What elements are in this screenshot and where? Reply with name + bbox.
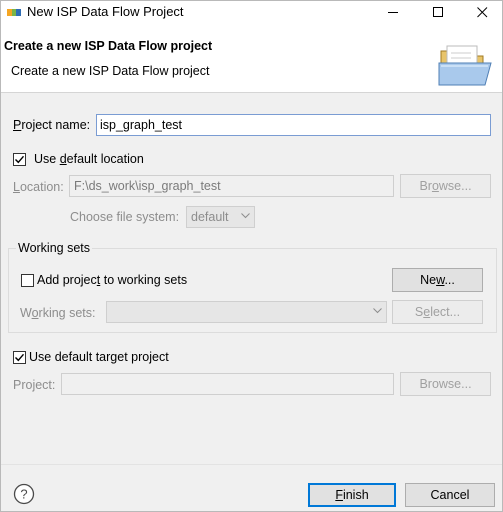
help-icon[interactable]: ? — [13, 483, 35, 505]
finish-button[interactable]: Finish — [308, 483, 396, 507]
title-bar: New ISP Data Flow Project — [1, 1, 502, 23]
project-name-label: Project name: — [13, 118, 91, 132]
cancel-button[interactable]: Cancel — [405, 483, 495, 507]
file-system-select[interactable]: default — [186, 206, 255, 228]
working-sets-group-label: Working sets — [16, 241, 93, 255]
add-to-working-sets-checkbox[interactable] — [21, 274, 34, 287]
use-default-location-checkbox[interactable] — [13, 153, 26, 166]
nxp-logo-icon — [7, 7, 21, 17]
use-default-location-label: Use default location — [34, 152, 144, 166]
banner-title: Create a new ISP Data Flow project — [4, 39, 213, 53]
svg-text:?: ? — [20, 487, 27, 502]
location-browse-button[interactable]: Browse... — [400, 174, 491, 198]
footer-separator — [1, 464, 502, 465]
minimize-button[interactable] — [373, 1, 413, 23]
project-browse-button[interactable]: Browse... — [400, 372, 491, 396]
close-button[interactable] — [462, 1, 502, 23]
location-input[interactable]: F:\ds_work\isp_graph_test — [69, 175, 394, 197]
working-sets-select[interactable] — [106, 301, 387, 323]
wizard-banner: Create a new ISP Data Flow project Creat… — [1, 23, 502, 93]
working-sets-label: Working sets: — [20, 306, 96, 320]
checkmark-icon — [15, 353, 25, 362]
use-default-target-project-label: Use default target project — [29, 350, 169, 364]
open-folder-icon — [435, 43, 495, 89]
file-system-label: Choose file system: — [70, 210, 180, 224]
select-working-sets-button[interactable]: Select... — [392, 300, 483, 324]
project-input[interactable] — [61, 373, 394, 395]
close-icon — [476, 6, 487, 17]
new-working-set-button[interactable]: New... — [392, 268, 483, 292]
location-label: Location: — [13, 180, 64, 194]
checkmark-icon — [15, 155, 25, 164]
chevron-down-icon — [373, 308, 382, 314]
window-title: New ISP Data Flow Project — [27, 4, 184, 19]
use-default-target-project-checkbox[interactable] — [13, 351, 26, 364]
maximize-button[interactable] — [418, 1, 458, 23]
banner-message: Create a new ISP Data Flow project — [11, 64, 210, 78]
minimize-icon — [387, 11, 398, 13]
project-name-input[interactable] — [96, 114, 491, 136]
project-label: Project: — [13, 378, 56, 392]
maximize-icon — [432, 6, 443, 17]
add-to-working-sets-label: Add project to working sets — [37, 273, 188, 287]
file-system-value: default — [191, 210, 229, 224]
chevron-down-icon — [241, 213, 250, 219]
dialog-window: New ISP Data Flow Project Create a new I… — [0, 0, 503, 512]
